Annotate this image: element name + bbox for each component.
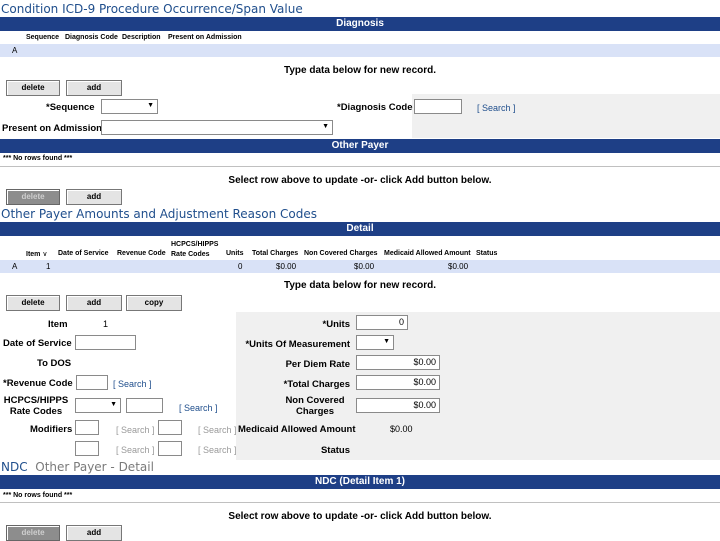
chevron-down-icon: ▼ [383, 338, 390, 345]
poa-label: Present on Admission [2, 123, 102, 134]
item-value: 1 [103, 319, 109, 329]
row-marker: A [12, 262, 18, 271]
units-label: *Units [322, 319, 350, 330]
hcpcs-select[interactable]: ▼ [75, 398, 121, 413]
hcpcs-code-input[interactable] [126, 398, 163, 413]
diagnosis-row[interactable]: A [0, 44, 720, 57]
diagnosis-search-link[interactable]: [ Search ] [477, 103, 516, 113]
sequence-select[interactable]: ▼ [101, 99, 158, 114]
chevron-down-icon: ▼ [110, 401, 117, 408]
divider [0, 166, 720, 167]
modifier-3-input[interactable] [75, 441, 99, 456]
date-of-service-label: Date of Service [3, 338, 72, 349]
detail-col-total[interactable]: Total Charges [252, 250, 298, 257]
amounts-section-title: Other Payer Amounts and Adjustment Reaso… [1, 207, 318, 221]
detail-col-hcpcs[interactable]: HCPCS/HIPPS Rate Codes [171, 240, 221, 260]
diagnosis-code-input[interactable] [414, 99, 462, 114]
detail-col-noncovered[interactable]: Non Covered Charges [304, 250, 378, 257]
divider [0, 502, 720, 503]
hcpcs-label: HCPCS/HIPPS Rate Codes [3, 395, 69, 417]
diag-col-sequence[interactable]: Sequence [26, 34, 59, 41]
ndc-add-button[interactable]: add [66, 525, 122, 541]
detail-add-button[interactable]: add [66, 295, 122, 311]
hcpcs-search-link[interactable]: [ Search ] [179, 403, 218, 413]
modifier-2-search-link[interactable]: [ Search ] [198, 425, 237, 435]
row-item: 1 [46, 262, 51, 271]
modifier-1-input[interactable] [75, 420, 99, 435]
per-diem-rate-input[interactable]: $0.00 [356, 355, 440, 370]
detail-col-revenue[interactable]: Revenue Code [117, 250, 166, 257]
revenue-code-input[interactable] [76, 375, 108, 390]
ndc-select-message: Select row above to update -or- click Ad… [228, 511, 492, 522]
detail-header-bar: Detail [0, 222, 720, 236]
revenue-search-link[interactable]: [ Search ] [113, 379, 152, 389]
per-diem-rate-label: Per Diem Rate [285, 359, 350, 370]
other-payer-header-bar: Other Payer [0, 139, 720, 153]
units-of-measurement-label: *Units Of Measurement [245, 339, 350, 350]
units-input[interactable]: 0 [356, 315, 408, 330]
modifier-4-search-link[interactable]: [ Search ] [198, 445, 237, 455]
row-marker: A [12, 46, 18, 55]
revenue-code-label: *Revenue Code [3, 378, 73, 389]
diagnosis-code-label: *Diagnosis Code [337, 102, 413, 113]
row-allowed: $0.00 [448, 262, 469, 271]
row-total: $0.00 [276, 262, 297, 271]
detail-col-allowed[interactable]: Medicaid Allowed Amount [384, 250, 471, 257]
diag-col-description[interactable]: Description [122, 34, 161, 41]
medicaid-allowed-amount-label: Medicaid Allowed Amount [238, 424, 356, 435]
detail-new-record-message: Type data below for new record. [283, 280, 437, 291]
detail-copy-button[interactable]: copy [126, 295, 182, 311]
condition-section-title: Condition ICD-9 Procedure Occurrence/Spa… [1, 2, 303, 16]
sort-icon: ∨ [42, 251, 48, 258]
row-noncovered: $0.00 [354, 262, 375, 271]
non-covered-charges-label: Non Covered Charges [285, 395, 345, 417]
detail-delete-button[interactable]: delete [6, 295, 60, 311]
to-dos-label: To DOS [37, 358, 72, 369]
chevron-down-icon: ▼ [147, 102, 154, 109]
diag-col-poa[interactable]: Present on Admission [168, 34, 242, 41]
other-payer-no-rows: *** No rows found *** [3, 155, 73, 162]
ndc-header-bar: NDC (Detail Item 1) [0, 475, 720, 489]
detail-col-item[interactable]: Item ∨ [26, 250, 47, 258]
chevron-down-icon: ▼ [322, 123, 329, 130]
other-payer-delete-button: delete [6, 189, 60, 205]
ndc-no-rows: *** No rows found *** [3, 492, 73, 499]
medicaid-allowed-amount-value: $0.00 [390, 424, 413, 434]
diagnosis-delete-button[interactable]: delete [6, 80, 60, 96]
item-label: Item [48, 319, 68, 330]
detail-col-dos[interactable]: Date of Service [58, 250, 109, 257]
sequence-label: *Sequence [46, 102, 95, 113]
modifier-2-input[interactable] [158, 420, 182, 435]
other-payer-select-message: Select row above to update -or- click Ad… [228, 175, 492, 186]
ndc-section-title: NDC Other Payer - Detail [1, 460, 154, 474]
date-of-service-input[interactable] [75, 335, 136, 350]
detail-col-status[interactable]: Status [476, 250, 497, 257]
total-charges-input[interactable]: $0.00 [356, 375, 440, 390]
status-label: Status [320, 445, 350, 456]
diagnosis-header-bar: Diagnosis [0, 17, 720, 31]
other-payer-add-button[interactable]: add [66, 189, 122, 205]
row-units: 0 [238, 262, 243, 271]
poa-select[interactable]: ▼ [101, 120, 333, 135]
diagnosis-add-button[interactable]: add [66, 80, 122, 96]
modifier-4-input[interactable] [158, 441, 182, 456]
diag-col-code[interactable]: Diagnosis Code [65, 34, 118, 41]
ndc-section-subtitle: Other Payer - Detail [35, 460, 154, 474]
units-of-measurement-select[interactable]: ▼ [356, 335, 394, 350]
modifiers-label: Modifiers [30, 424, 73, 435]
modifier-3-search-link[interactable]: [ Search ] [116, 445, 155, 455]
non-covered-charges-input[interactable]: $0.00 [356, 398, 440, 413]
modifier-1-search-link[interactable]: [ Search ] [116, 425, 155, 435]
detail-col-units[interactable]: Units [226, 250, 244, 257]
detail-row[interactable]: A 1 0 $0.00 $0.00 $0.00 [0, 260, 720, 273]
ndc-delete-button: delete [6, 525, 60, 541]
total-charges-label: *Total Charges [283, 379, 350, 390]
diagnosis-new-record-message: Type data below for new record. [283, 65, 437, 76]
